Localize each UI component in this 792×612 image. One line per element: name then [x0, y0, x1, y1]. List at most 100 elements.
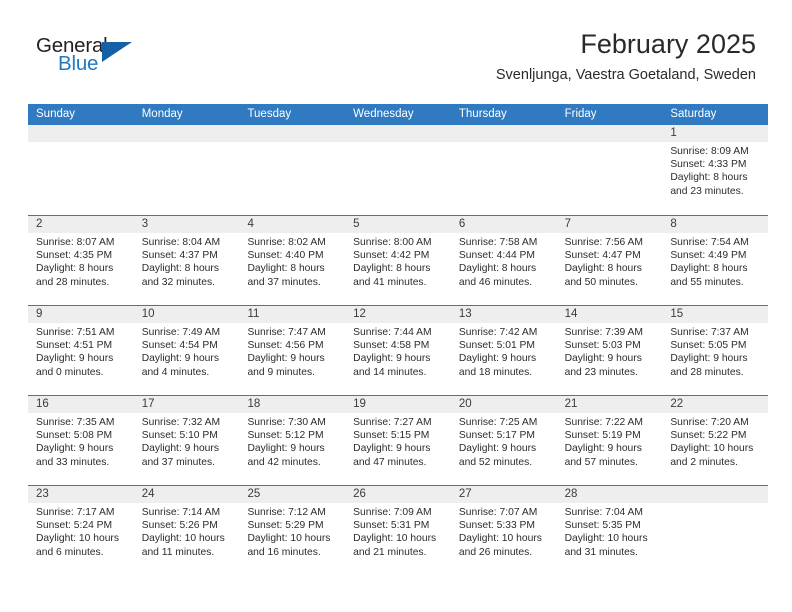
weekday-header-saturday: Saturday [670, 108, 717, 120]
sunset-text: Sunset: 5:01 PM [458, 340, 536, 352]
day-cell[interactable]: 7 Sunrise: 7:56 AM Sunset: 4:47 PM Dayli… [557, 216, 663, 305]
sunset-text: Sunset: 4:49 PM [670, 250, 747, 262]
sunset-text: Sunset: 5:26 PM [141, 520, 218, 532]
daylight-text-line2: and 9 minutes. [247, 366, 315, 378]
day-details: Sunrise: 7:20 AM Sunset: 5:22 PM Dayligh… [670, 416, 764, 469]
day-cell[interactable]: 18 Sunrise: 7:30 AM Sunset: 5:12 PM Dayl… [239, 396, 345, 485]
day-number: 16 [36, 398, 49, 410]
day-details: Sunrise: 7:51 AM Sunset: 4:51 PM Dayligh… [36, 326, 130, 379]
day-details: Sunrise: 8:00 AM Sunset: 4:42 PM Dayligh… [353, 236, 447, 289]
day-details: Sunrise: 7:25 AM Sunset: 5:17 PM Dayligh… [459, 416, 553, 469]
sunset-text: Sunset: 4:54 PM [141, 340, 218, 352]
calendar-page: General Blue February 2025 Svenljunga, V… [0, 0, 792, 612]
day-number: 25 [247, 488, 261, 500]
day-cell[interactable]: 23 Sunrise: 7:17 AM Sunset: 5:24 PM Dayl… [28, 486, 134, 575]
sunset-text: Sunset: 4:40 PM [247, 250, 324, 262]
page-title: February 2025 [580, 29, 756, 59]
day-cell[interactable]: 17 Sunrise: 7:32 AM Sunset: 5:10 PM Dayl… [134, 396, 240, 485]
weekday-header-wednesday: Wednesday [353, 108, 414, 120]
day-details: Sunrise: 7:14 AM Sunset: 5:26 PM Dayligh… [142, 506, 236, 559]
day-cell[interactable]: 20 Sunrise: 7:25 AM Sunset: 5:17 PM Dayl… [451, 396, 557, 485]
day-cell[interactable] [239, 125, 345, 215]
day-number: 19 [353, 398, 366, 410]
daylight-text-line1: Daylight: 9 hours [141, 443, 219, 455]
day-number: 12 [353, 308, 366, 320]
day-cell[interactable]: 16 Sunrise: 7:35 AM Sunset: 5:08 PM Dayl… [28, 396, 134, 485]
daylight-text-line1: Daylight: 9 hours [670, 353, 748, 365]
sunset-text: Sunset: 5:35 PM [564, 520, 641, 532]
day-cell[interactable]: 2 Sunrise: 8:07 AM Sunset: 4:35 PM Dayli… [28, 216, 134, 305]
day-cell[interactable]: 3 Sunrise: 8:04 AM Sunset: 4:37 PM Dayli… [134, 216, 240, 305]
daylight-text-line2: and 50 minutes. [564, 276, 638, 288]
day-cell[interactable]: 5 Sunrise: 8:00 AM Sunset: 4:42 PM Dayli… [345, 216, 451, 305]
daylight-text-line2: and 16 minutes. [247, 546, 321, 558]
sunrise-text: Sunrise: 7:47 AM [247, 327, 326, 338]
daylight-text-line2: and 57 minutes. [564, 456, 638, 468]
daylight-text-line2: and 37 minutes. [141, 456, 215, 468]
day-number: 5 [353, 218, 360, 230]
day-details: Sunrise: 8:07 AM Sunset: 4:35 PM Dayligh… [36, 236, 130, 289]
daylight-text-line2: and 0 minutes. [36, 366, 104, 378]
sunset-text: Sunset: 5:29 PM [247, 520, 324, 532]
general-blue-logo[interactable]: General Blue [36, 35, 146, 82]
day-details: Sunrise: 7:17 AM Sunset: 5:24 PM Dayligh… [36, 506, 130, 559]
day-details: Sunrise: 8:02 AM Sunset: 4:40 PM Dayligh… [247, 236, 341, 289]
daylight-text-line2: and 28 minutes. [670, 366, 744, 378]
day-cell[interactable]: 25 Sunrise: 7:12 AM Sunset: 5:29 PM Dayl… [239, 486, 345, 575]
sunrise-text: Sunrise: 7:30 AM [247, 417, 326, 428]
day-cell[interactable]: 14 Sunrise: 7:39 AM Sunset: 5:03 PM Dayl… [557, 306, 663, 395]
day-cell[interactable]: 19 Sunrise: 7:27 AM Sunset: 5:15 PM Dayl… [345, 396, 451, 485]
sunrise-text: Sunrise: 7:12 AM [247, 507, 326, 518]
day-cell[interactable] [345, 125, 451, 215]
day-number: 28 [564, 488, 578, 500]
day-cell[interactable]: 1 Sunrise: 8:09 AM Sunset: 4:33 PM Dayli… [662, 125, 768, 215]
daylight-text-line1: Daylight: 8 hours [247, 263, 325, 275]
day-cell[interactable]: 12 Sunrise: 7:44 AM Sunset: 4:58 PM Dayl… [345, 306, 451, 395]
daylight-text-line1: Daylight: 8 hours [458, 263, 537, 275]
day-details: Sunrise: 7:30 AM Sunset: 5:12 PM Dayligh… [247, 416, 341, 469]
sunrise-text: Sunrise: 7:39 AM [564, 327, 644, 338]
day-cell[interactable]: 15 Sunrise: 7:37 AM Sunset: 5:05 PM Dayl… [662, 306, 768, 395]
day-details: Sunrise: 7:27 AM Sunset: 5:15 PM Dayligh… [353, 416, 447, 469]
day-cell[interactable]: 4 Sunrise: 8:02 AM Sunset: 4:40 PM Dayli… [239, 216, 345, 305]
day-cell[interactable]: 28 Sunrise: 7:04 AM Sunset: 5:35 PM Dayl… [557, 486, 663, 575]
day-cell[interactable] [28, 125, 134, 215]
daylight-text-line2: and 2 minutes. [670, 456, 738, 468]
day-details: Sunrise: 7:37 AM Sunset: 5:05 PM Dayligh… [670, 326, 764, 379]
day-cell[interactable] [134, 125, 240, 215]
day-cell[interactable]: 10 Sunrise: 7:49 AM Sunset: 4:54 PM Dayl… [134, 306, 240, 395]
day-cell[interactable] [557, 125, 663, 215]
calendar-table: Sunday Monday Tuesday Wednesday Thursday… [28, 104, 768, 575]
day-cell[interactable]: 11 Sunrise: 7:47 AM Sunset: 4:56 PM Dayl… [239, 306, 345, 395]
day-cell[interactable]: 27 Sunrise: 7:07 AM Sunset: 5:33 PM Dayl… [451, 486, 557, 575]
sunrise-text: Sunrise: 8:09 AM [670, 146, 749, 157]
daylight-text-line1: Daylight: 8 hours [36, 263, 114, 275]
day-cell[interactable]: 9 Sunrise: 7:51 AM Sunset: 4:51 PM Dayli… [28, 306, 134, 395]
daylight-text-line1: Daylight: 8 hours [141, 263, 219, 275]
day-cell[interactable]: 8 Sunrise: 7:54 AM Sunset: 4:49 PM Dayli… [662, 216, 768, 305]
day-cell[interactable]: 22 Sunrise: 7:20 AM Sunset: 5:22 PM Dayl… [662, 396, 768, 485]
day-number: 11 [247, 308, 260, 320]
day-cell[interactable]: 21 Sunrise: 7:22 AM Sunset: 5:19 PM Dayl… [557, 396, 663, 485]
sunset-text: Sunset: 4:51 PM [36, 340, 113, 352]
day-cell[interactable]: 26 Sunrise: 7:09 AM Sunset: 5:31 PM Dayl… [345, 486, 451, 575]
day-cell[interactable]: 24 Sunrise: 7:14 AM Sunset: 5:26 PM Dayl… [134, 486, 240, 575]
day-cell[interactable] [451, 125, 557, 215]
sunrise-text: Sunrise: 7:49 AM [141, 327, 221, 338]
day-cell[interactable] [662, 486, 768, 575]
daylight-text-line2: and 42 minutes. [247, 456, 321, 468]
week-row: 16 Sunrise: 7:35 AM Sunset: 5:08 PM Dayl… [28, 395, 768, 485]
weekday-header-monday: Monday [141, 108, 183, 120]
daylight-text-line2: and 4 minutes. [141, 366, 210, 378]
sunrise-text: Sunrise: 7:09 AM [353, 507, 432, 518]
day-number: 22 [670, 398, 684, 410]
day-cell[interactable]: 13 Sunrise: 7:42 AM Sunset: 5:01 PM Dayl… [451, 306, 557, 395]
sunrise-text: Sunrise: 7:42 AM [458, 327, 538, 338]
day-cell[interactable]: 6 Sunrise: 7:58 AM Sunset: 4:44 PM Dayli… [451, 216, 557, 305]
daylight-text-line1: Daylight: 8 hours [670, 263, 748, 275]
daylight-text-line1: Daylight: 9 hours [353, 443, 431, 455]
sunrise-text: Sunrise: 8:02 AM [247, 237, 326, 248]
daylight-text-line1: Daylight: 9 hours [141, 353, 219, 365]
sunset-text: Sunset: 5:10 PM [141, 430, 218, 442]
daylight-text-line1: Daylight: 10 hours [247, 533, 331, 545]
